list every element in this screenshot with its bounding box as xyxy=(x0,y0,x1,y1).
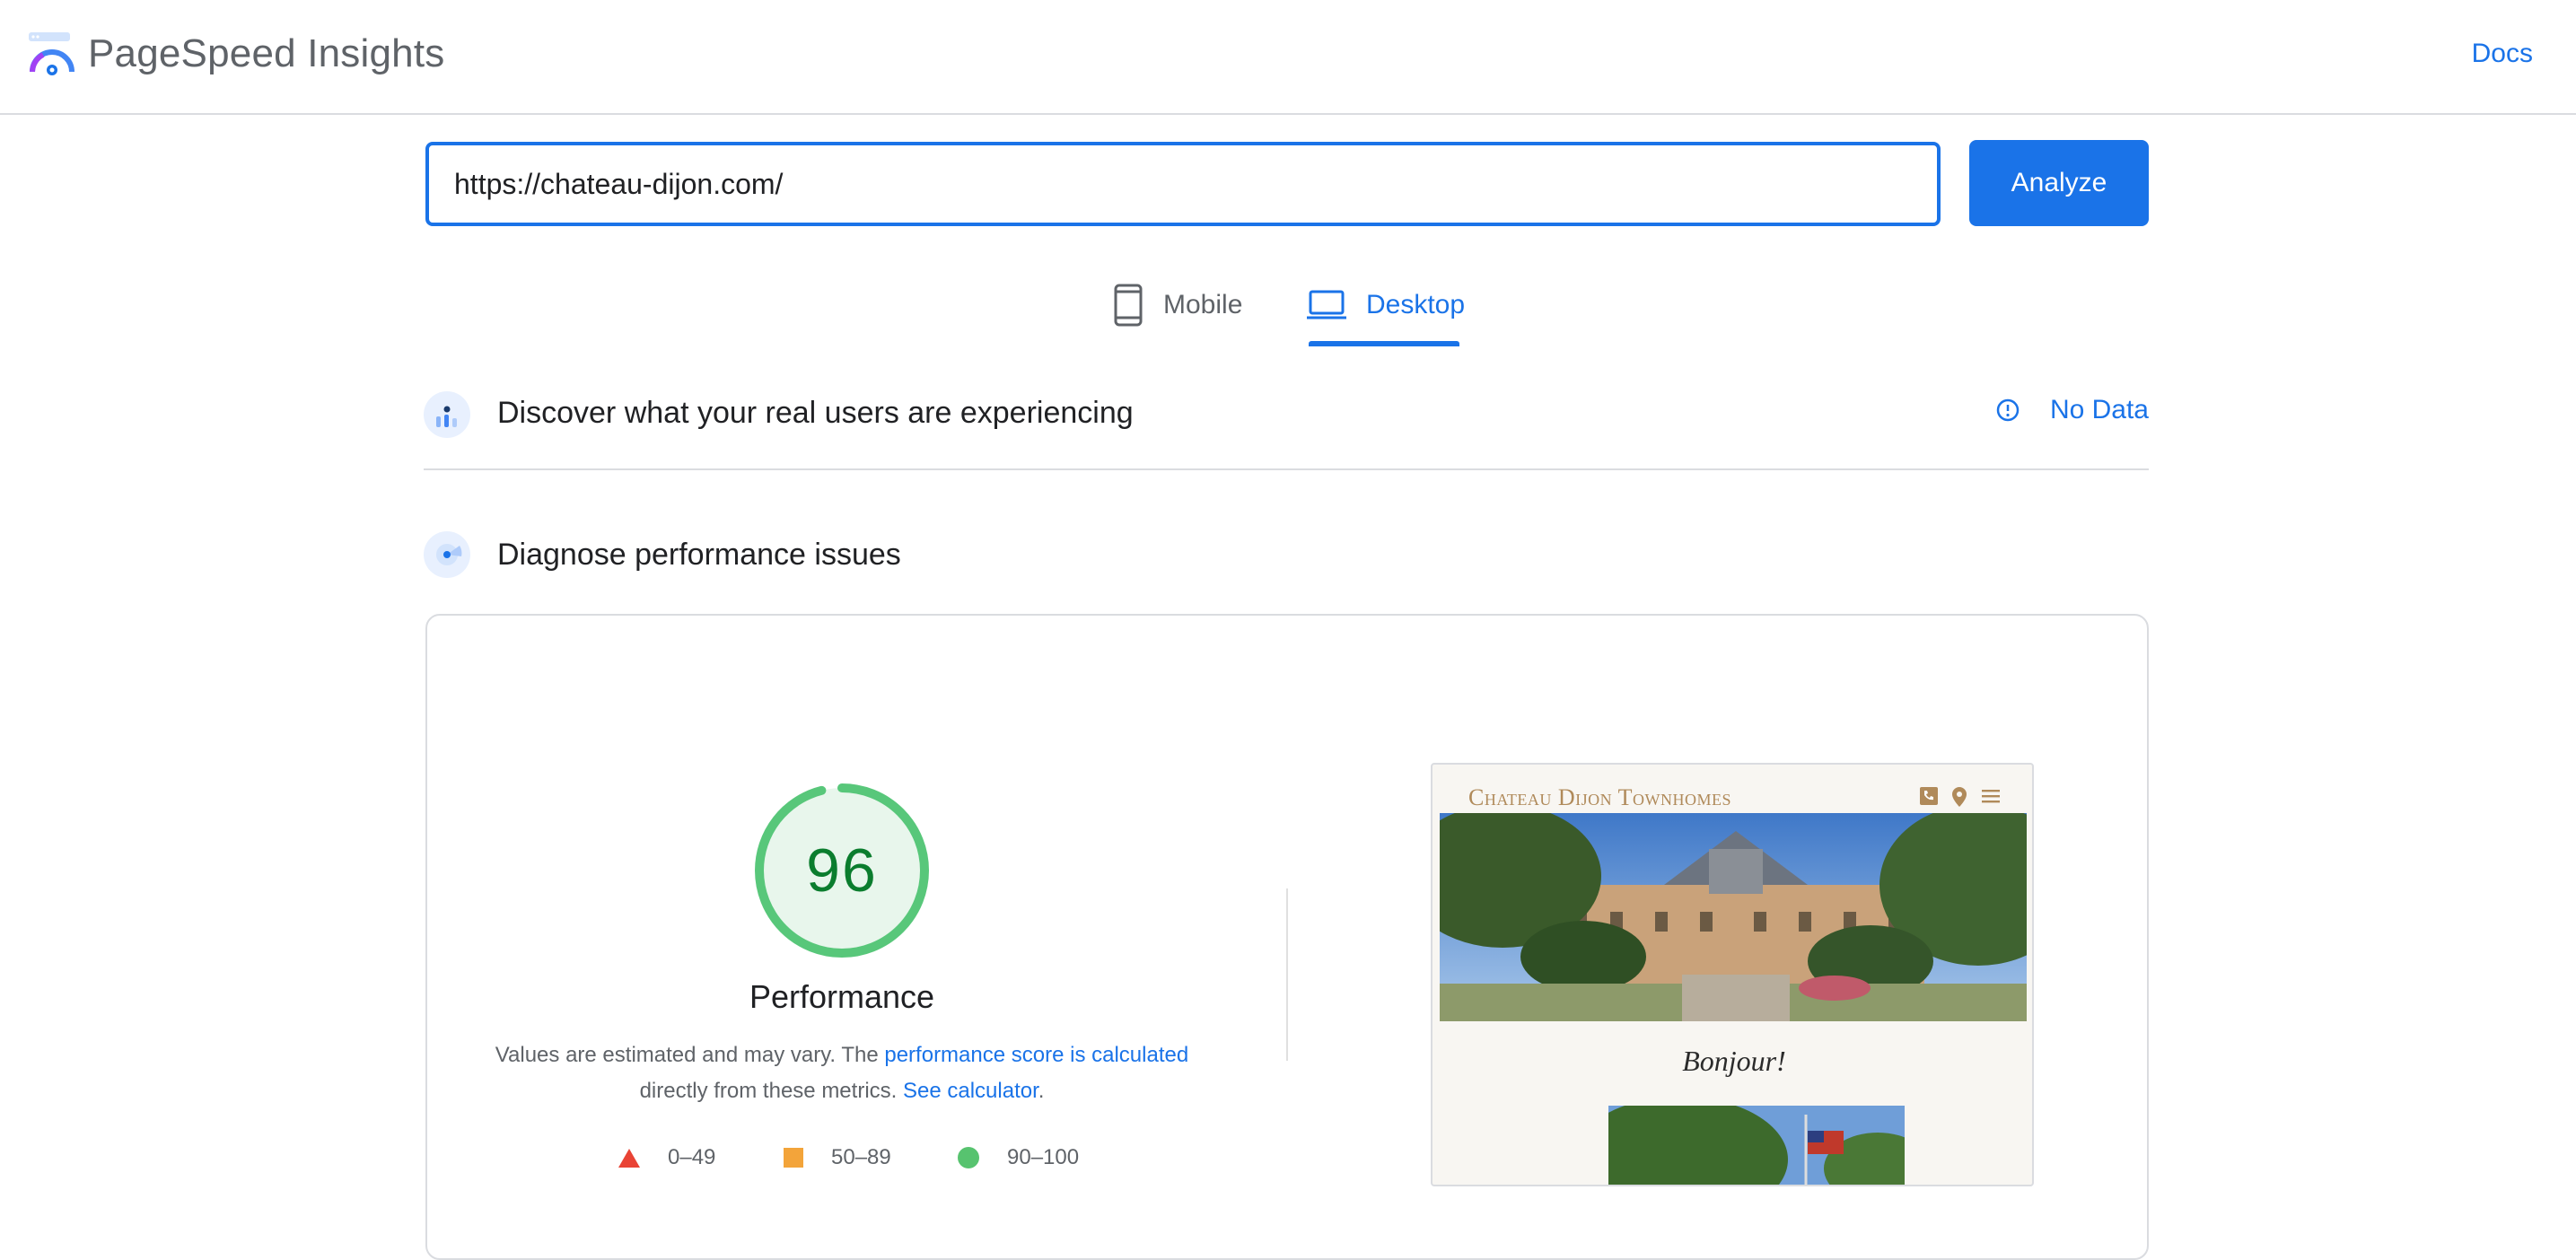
legend-range-average: 50–89 xyxy=(831,1145,891,1169)
tab-desktop[interactable]: Desktop xyxy=(1307,278,1465,332)
info-icon xyxy=(1996,398,2020,422)
note-prefix: Values are estimated and may vary. The xyxy=(495,1043,879,1067)
lab-data-title: Diagnose performance issues xyxy=(497,538,901,572)
docs-link[interactable]: Docs xyxy=(2472,36,2533,72)
site-nav-icons xyxy=(1919,786,2002,808)
laptop-icon xyxy=(1307,290,1346,319)
menu-icon xyxy=(1982,790,2000,803)
performance-label: Performance xyxy=(749,978,935,1015)
flag-photo xyxy=(1608,1106,1905,1185)
no-data-link[interactable]: No Data xyxy=(1996,395,2149,425)
legend-fail: 0–49 xyxy=(618,1145,715,1170)
tab-desktop-label: Desktop xyxy=(1366,290,1466,319)
see-calculator-link[interactable]: See calculator xyxy=(903,1079,1038,1103)
field-data-title: Discover what your real users are experi… xyxy=(497,396,1134,430)
section-divider xyxy=(424,468,2149,470)
page-screenshot: Chateau Dijon Townhomes Bonjour! xyxy=(1431,763,2034,1186)
active-tab-indicator xyxy=(1309,341,1459,346)
legend-range-pass: 90–100 xyxy=(1007,1145,1080,1169)
chart-user-icon xyxy=(424,391,470,438)
performance-note: Values are estimated and may vary. The p… xyxy=(438,1037,1246,1109)
url-input[interactable] xyxy=(425,142,1941,226)
lighthouse-icon xyxy=(424,531,470,578)
tab-mobile[interactable]: Mobile xyxy=(1113,278,1242,332)
triangle-icon xyxy=(618,1149,640,1168)
site-title: Chateau Dijon Townhomes xyxy=(1468,784,1732,810)
legend-range-fail: 0–49 xyxy=(668,1145,716,1169)
top-bar: PageSpeed Insights Docs xyxy=(0,0,2576,115)
brand-title[interactable]: PageSpeed Insights xyxy=(88,27,444,81)
performance-score: 96 xyxy=(806,836,878,905)
vertical-separator xyxy=(1286,888,1288,1061)
note-mid: directly from these metrics. xyxy=(639,1079,898,1103)
legend-pass: 90–100 xyxy=(957,1145,1079,1170)
tab-mobile-label: Mobile xyxy=(1163,290,1243,319)
square-icon xyxy=(784,1148,803,1168)
analyze-button[interactable]: Analyze xyxy=(1969,140,2149,226)
phone-call-icon xyxy=(1920,787,1938,805)
greeting-text: Bonjour! xyxy=(1682,1045,1786,1077)
chateau-photo xyxy=(1440,813,2027,1021)
phone-icon xyxy=(1114,284,1143,327)
map-pin-icon xyxy=(1952,787,1967,807)
legend-average: 50–89 xyxy=(783,1145,891,1170)
no-data-label: No Data xyxy=(2049,395,2149,424)
note-suffix: . xyxy=(1038,1079,1045,1103)
circle-icon xyxy=(958,1147,979,1168)
pagespeed-logo-icon xyxy=(29,32,74,75)
score-calculation-link[interactable]: performance score is calculated xyxy=(884,1043,1188,1067)
